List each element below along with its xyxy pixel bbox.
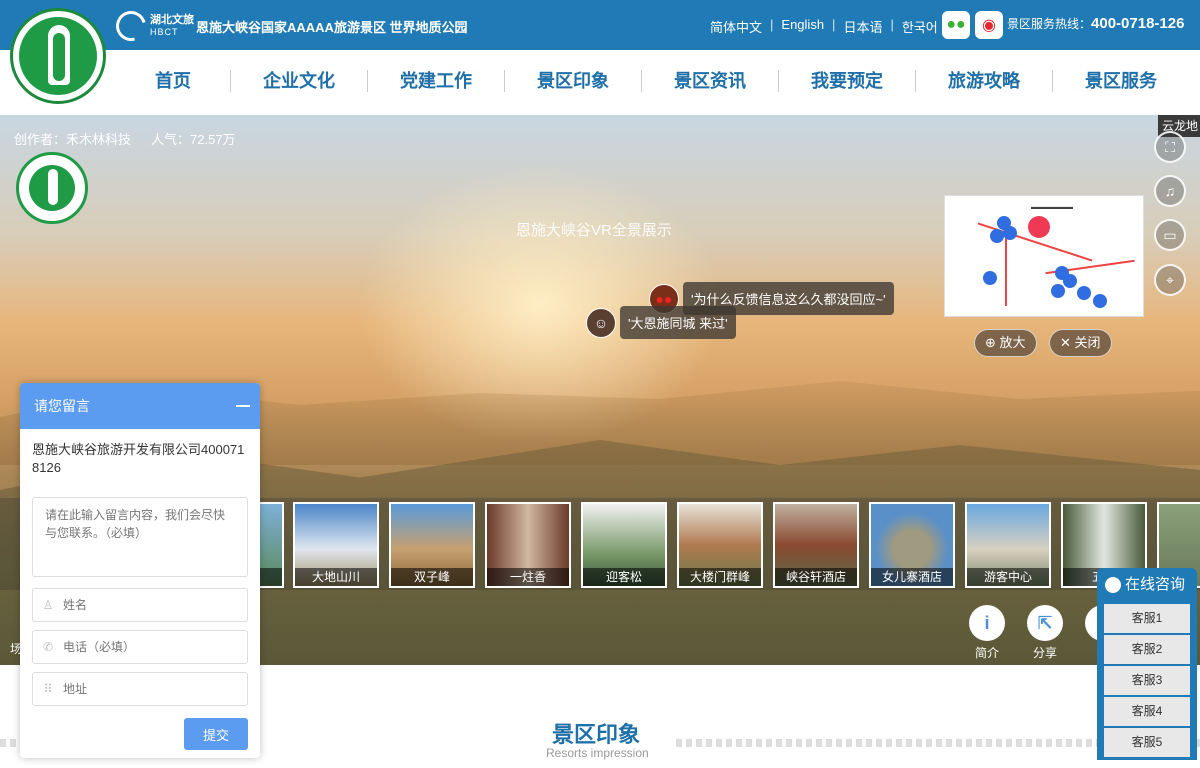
share-label: 分享 bbox=[1032, 646, 1057, 660]
pano-creator-info: 创作者：禾木林科技 人气：72.57万 bbox=[14, 129, 236, 148]
wechat-icon[interactable]: ●● bbox=[942, 11, 970, 39]
agent-button-5[interactable]: 客服5 bbox=[1104, 728, 1190, 757]
name-field[interactable]: ♙ bbox=[32, 588, 248, 622]
lang-en[interactable]: English bbox=[781, 17, 824, 36]
chat-bubble-icon bbox=[1105, 577, 1121, 593]
phone-field[interactable]: ✆ bbox=[32, 630, 248, 664]
hbct-en: HBCT bbox=[150, 27, 179, 37]
nav-culture[interactable]: 企业文化 bbox=[234, 50, 364, 115]
weibo-icon[interactable]: ◉ bbox=[975, 11, 1003, 39]
info-icon: i bbox=[969, 605, 1005, 641]
scene-thumb[interactable]: 大楼门群峰 bbox=[677, 502, 763, 588]
thumb-caption: 女儿寨酒店 bbox=[871, 568, 953, 586]
message-panel-title: 请您留言 bbox=[34, 398, 90, 414]
map-zoom-button[interactable]: ⊕ 放大 bbox=[974, 329, 1037, 357]
lang-separator: | bbox=[832, 17, 836, 32]
scene-thumb[interactable]: 迎客松 bbox=[581, 502, 667, 588]
phone-icon: ✆ bbox=[42, 640, 54, 654]
nav-service[interactable]: 景区服务 bbox=[1056, 50, 1186, 115]
service-hotline: 景区服务热线：400-0718-126 bbox=[1007, 15, 1184, 32]
user-icon: ♙ bbox=[42, 598, 54, 612]
barrage-comment: ☺ '大恩施同城 来过' bbox=[586, 306, 736, 339]
thumb-caption: 峡谷轩酒店 bbox=[775, 568, 857, 586]
share-icon: ⇱ bbox=[1027, 605, 1063, 641]
nav-guide[interactable]: 旅游攻略 bbox=[919, 50, 1049, 115]
nav-news[interactable]: 景区资讯 bbox=[645, 50, 775, 115]
thumb-caption: 双子峰 bbox=[391, 568, 473, 586]
creator-name: 创作者：禾木林科技 bbox=[14, 132, 132, 147]
fullscreen-icon[interactable]: ⛶ bbox=[1154, 131, 1186, 163]
online-consult-panel: 在线咨询 客服1 客服2 客服3 客服4 客服5 bbox=[1097, 568, 1197, 760]
message-content-input[interactable] bbox=[32, 497, 248, 577]
hbct-name: 湖北文旅 bbox=[150, 14, 194, 26]
zoom-label: 放大 bbox=[999, 335, 1026, 350]
agent-button-1[interactable]: 客服1 bbox=[1104, 604, 1190, 633]
agent-button-2[interactable]: 客服2 bbox=[1104, 635, 1190, 664]
nav-impression[interactable]: 景区印象 bbox=[508, 50, 638, 115]
language-switcher: 简体中文 | English | 日本语 | 한국어 bbox=[710, 17, 938, 36]
nav-party[interactable]: 党建工作 bbox=[371, 50, 501, 115]
name-input[interactable] bbox=[63, 598, 233, 612]
intro-button[interactable]: i 简介 bbox=[967, 605, 1007, 661]
thumb-caption: 游客中心 bbox=[967, 568, 1049, 586]
scene-thumb[interactable]: 女儿寨酒店 bbox=[869, 502, 955, 588]
grid-icon: ⠿ bbox=[43, 682, 53, 696]
close-label: 关闭 bbox=[1074, 335, 1101, 350]
scene-thumb[interactable]: 游客中心 bbox=[965, 502, 1051, 588]
consult-header[interactable]: 在线咨询 bbox=[1097, 568, 1197, 602]
scene-thumb[interactable]: 大地山川 bbox=[293, 502, 379, 588]
thumb-caption: 大楼门群峰 bbox=[679, 568, 761, 586]
phone-input[interactable] bbox=[63, 640, 233, 654]
leave-message-panel: 请您留言 恩施大峡谷旅游开发有限公司4000718126 ♙ ✆ ⠿ 提交 bbox=[20, 383, 260, 758]
section-subtitle: Resorts impression bbox=[546, 746, 649, 760]
zoom-icon: ⊕ bbox=[985, 335, 1000, 350]
pano-title: 恩施大峡谷VR全景展示 bbox=[516, 222, 672, 239]
address-input[interactable] bbox=[63, 682, 233, 696]
scene-thumb[interactable]: 双子峰 bbox=[389, 502, 475, 588]
share-button[interactable]: ⇱ 分享 bbox=[1025, 605, 1065, 661]
thumb-caption: 一炷香 bbox=[487, 568, 569, 586]
lang-zh[interactable]: 简体中文 bbox=[710, 17, 762, 36]
site-title: 恩施大峡谷国家AAAAA旅游景区 世界地质公园 bbox=[196, 20, 468, 35]
consult-title: 在线咨询 bbox=[1125, 576, 1186, 593]
lang-ko[interactable]: 한국어 bbox=[902, 17, 938, 36]
scene-thumb[interactable]: 一炷香 bbox=[485, 502, 571, 588]
scenic-minimap[interactable]: ▬▬▬▬▬▬ bbox=[944, 195, 1144, 317]
hotline-label: 景区服务热线： bbox=[1007, 17, 1092, 31]
intro-label: 简介 bbox=[974, 646, 999, 660]
hotline-number: 400-0718-126 bbox=[1091, 15, 1185, 32]
hbct-logo[interactable]: 湖北文旅 HBCT bbox=[110, 5, 194, 47]
user-avatar: ☺ bbox=[586, 307, 616, 338]
pano-logo bbox=[16, 152, 88, 224]
popularity: 人气：72.57万 bbox=[151, 132, 236, 147]
hbct-swirl-icon bbox=[110, 5, 152, 47]
submit-button[interactable]: 提交 bbox=[184, 718, 248, 750]
agent-button-3[interactable]: 客服3 bbox=[1104, 666, 1190, 695]
minimap-title-icon: ▬▬▬▬▬▬ bbox=[1031, 204, 1073, 211]
lang-separator: | bbox=[890, 17, 894, 32]
company-name: 恩施大峡谷旅游开发有限公司4000718126 bbox=[32, 442, 245, 475]
main-nav: 首页 企业文化 党建工作 景区印象 景区资讯 我要预定 旅游攻略 景区服务 bbox=[0, 50, 1200, 115]
close-icon: ✕ bbox=[1060, 335, 1075, 350]
scene-thumb[interactable]: 峡谷轩酒店 bbox=[773, 502, 859, 588]
thumb-caption: 大地山川 bbox=[295, 568, 377, 586]
location-icon[interactable]: ⌖ bbox=[1154, 264, 1186, 296]
nav-booking[interactable]: 我要预定 bbox=[782, 50, 912, 115]
vr-glasses-icon[interactable]: ▭ bbox=[1154, 219, 1186, 251]
agent-button-4[interactable]: 客服4 bbox=[1104, 697, 1190, 726]
lang-ja[interactable]: 日本语 bbox=[843, 17, 882, 36]
lang-separator: | bbox=[770, 17, 774, 32]
minimize-icon[interactable] bbox=[236, 405, 250, 407]
thumb-caption: 迎客松 bbox=[583, 568, 665, 586]
music-icon[interactable]: ♫ bbox=[1154, 175, 1186, 207]
scenic-area-logo[interactable] bbox=[10, 8, 106, 104]
comment-text: '大恩施同城 来过' bbox=[620, 306, 736, 339]
nav-home[interactable]: 首页 bbox=[108, 50, 238, 115]
section-title: 景区印象 bbox=[552, 722, 641, 747]
top-bar: 湖北文旅 HBCT 恩施大峡谷国家AAAAA旅游景区 世界地质公园 简体中文 |… bbox=[0, 0, 1200, 50]
map-close-button[interactable]: ✕ 关闭 bbox=[1049, 329, 1112, 357]
message-panel-header[interactable]: 请您留言 bbox=[20, 383, 260, 429]
address-field[interactable]: ⠿ bbox=[32, 672, 248, 706]
